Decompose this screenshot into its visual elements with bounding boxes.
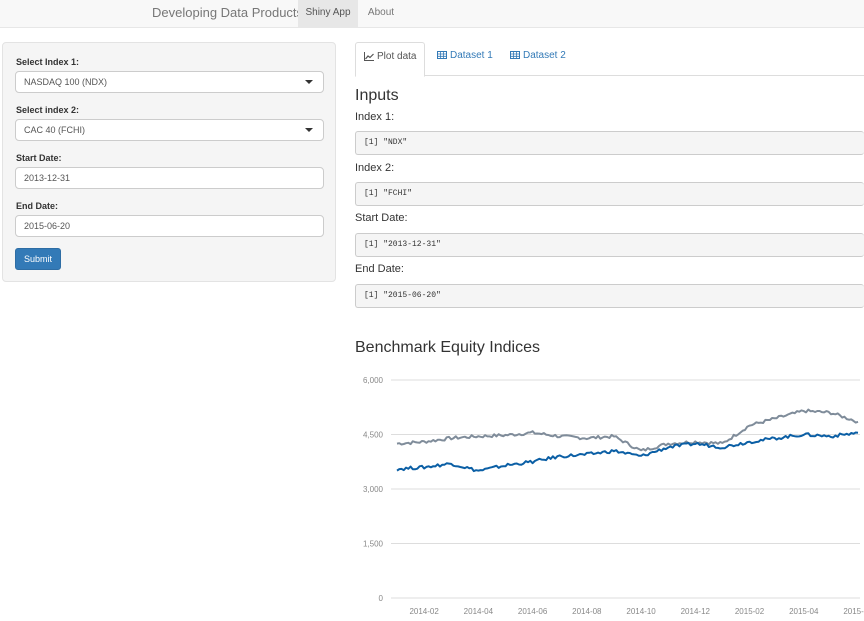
output-index1-value: [1] "NDX" <box>355 131 864 155</box>
series-line <box>396 408 859 452</box>
sidebar-panel: Select Index 1: NASDAQ 100 (NDX) Select … <box>2 42 336 282</box>
start-date-input[interactable]: 2013-12-31 <box>15 167 324 189</box>
tab-dataset-2-label: Dataset 2 <box>523 50 566 61</box>
index1-label: Select Index 1: <box>16 57 80 67</box>
index2-select[interactable]: CAC 40 (FCHI) <box>15 119 324 141</box>
end-date-input[interactable]: 2015-06-20 <box>15 215 324 237</box>
index2-label: Select index 2: <box>16 105 80 115</box>
x-tick-label: 2014-10 <box>626 607 656 616</box>
nav-tab-about[interactable]: About <box>358 0 404 28</box>
index2-select-value: CAC 40 (FCHI) <box>24 125 86 135</box>
navbar: Developing Data Products Shiny App About <box>0 0 864 28</box>
x-tick-label: 2014-02 <box>409 607 439 616</box>
output-index2-value: [1] "FCHI" <box>355 182 864 206</box>
start-date-label: Start Date: <box>16 153 62 163</box>
inputs-heading: Inputs <box>355 87 399 104</box>
output-end-label: End Date: <box>355 263 404 275</box>
equity-indices-chart: 0 1,500 3,000 4,500 6,000 2014-02 2014-04 2014-… <box>363 376 864 616</box>
x-tick-label: 2014-06 <box>518 607 548 616</box>
output-end-value: [1] "2015-06-20" <box>355 284 864 308</box>
x-tick-label: 2015-02 <box>735 607 765 616</box>
table-icon <box>510 51 520 60</box>
output-index1-label: Index 1: <box>355 111 395 123</box>
index1-select[interactable]: NASDAQ 100 (NDX) <box>15 71 324 93</box>
chart-title: Benchmark Equity Indices <box>355 339 540 356</box>
y-tick-label: 6,000 <box>363 376 384 385</box>
x-tick-label: 2014-08 <box>572 607 602 616</box>
y-tick-label: 0 <box>379 594 384 603</box>
y-tick-label: 4,500 <box>363 431 384 440</box>
output-start-value: [1] "2013-12-31" <box>355 233 864 257</box>
output-index2-label: Index 2: <box>355 162 395 174</box>
y-tick-label: 1,500 <box>363 540 384 549</box>
y-tick-label: 3,000 <box>363 485 384 494</box>
x-tick-label: 2015-04 <box>789 607 819 616</box>
line-chart-icon <box>364 51 374 61</box>
navbar-brand[interactable]: Developing Data Products <box>152 5 303 20</box>
end-date-label: End Date: <box>16 201 59 211</box>
caret-down-icon <box>305 80 313 84</box>
tab-plot-data[interactable]: Plot data <box>355 42 425 77</box>
nav-tab-shiny-app[interactable]: Shiny App <box>298 0 358 28</box>
x-tick-label: 2014-12 <box>681 607 711 616</box>
table-icon <box>437 51 447 60</box>
submit-button[interactable]: Submit <box>15 248 61 270</box>
tab-dataset-2[interactable]: Dataset 2 <box>502 42 572 76</box>
x-tick-label: 2014-04 <box>464 607 494 616</box>
tab-dataset-1[interactable]: Dataset 1 <box>429 42 499 76</box>
index1-select-value: NASDAQ 100 (NDX) <box>24 77 108 87</box>
main-tabs: Plot data Dataset 1 Dataset 2 <box>355 42 864 77</box>
tab-dataset-1-label: Dataset 1 <box>450 50 493 61</box>
x-tick-label: 2015-06 <box>843 607 864 616</box>
output-start-label: Start Date: <box>355 212 408 224</box>
caret-down-icon <box>305 128 313 132</box>
tab-plot-data-label: Plot data <box>377 51 417 62</box>
